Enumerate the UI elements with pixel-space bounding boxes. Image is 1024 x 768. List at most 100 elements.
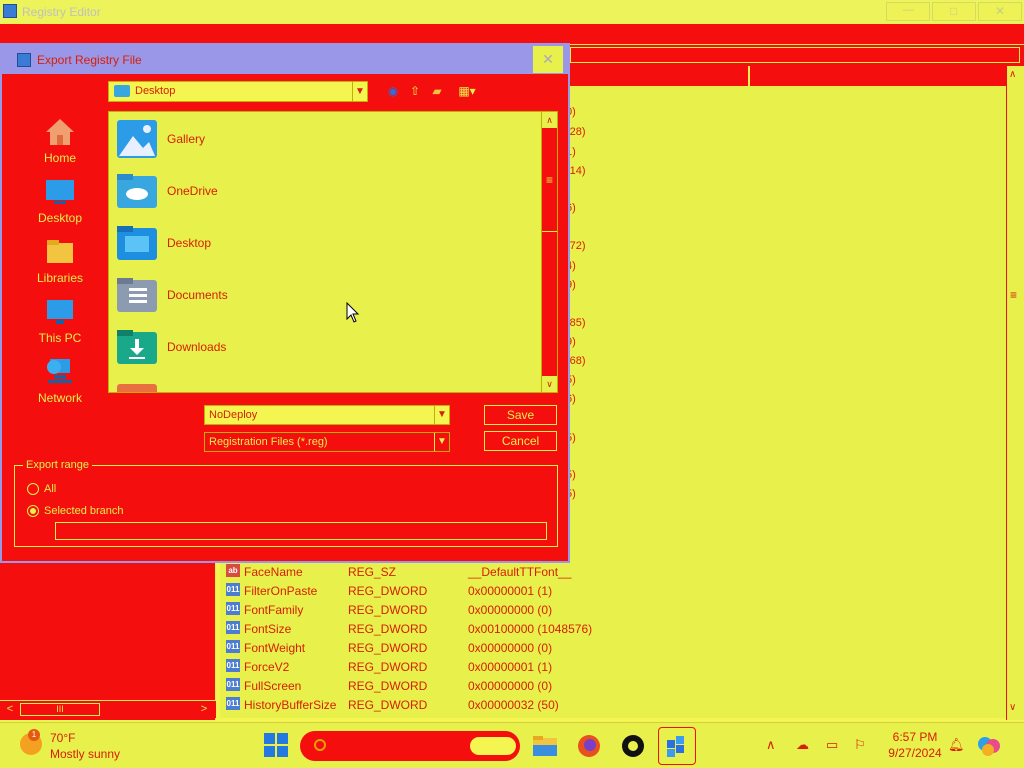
export-registry-dialog: Export Registry File ✕ Home Desktop Libr… [0,43,570,563]
radio-all-indicator[interactable] [27,483,39,495]
places-network[interactable]: Network [20,357,100,412]
display-icon[interactable]: ▭ [826,737,838,753]
scroll-up-icon[interactable]: ∧ [542,112,557,128]
search-highlight-icon [470,737,516,755]
system-clock[interactable]: 6:57 PM 9/27/2024 [880,729,950,761]
table-row[interactable]: 011 FontSize REG_DWORD 0x00100000 (1048576) [226,619,996,638]
places-this-pc[interactable]: This PC [20,297,100,352]
file-item-desktop[interactable]: Desktop [115,220,535,268]
value-type: REG_DWORD [348,679,428,693]
places-desktop-label: Desktop [37,211,83,225]
file-item-partial[interactable] [115,376,535,392]
export-dialog-titlebar[interactable]: Export Registry File ✕ [2,45,568,74]
table-row[interactable]: 011 FullScreen REG_DWORD 0x00000000 (0) [226,676,996,695]
table-row[interactable]: 011 ForceV2 REG_DWORD 0x00000001 (1) [226,657,996,676]
copilot-icon[interactable] [976,733,1002,759]
chevron-down-icon[interactable]: ▼ [434,406,449,424]
dword-value-icon: 011 [226,697,240,710]
string-value-icon: ab [226,564,240,577]
regedit-close-button[interactable]: ✕ [978,2,1022,21]
network-status-icon[interactable]: ⚐ [854,737,866,753]
places-desktop[interactable]: Desktop [20,177,100,232]
scroll-down-icon[interactable]: ∨ [542,376,557,392]
chevron-down-icon[interactable]: ▼ [434,433,449,451]
file-item-onedrive[interactable]: OneDrive [115,168,535,216]
tree-horizontal-scrollbar[interactable]: < III > [0,700,216,718]
tree-scroll-thumb[interactable]: III [20,703,100,716]
scroll-left-icon[interactable]: < [2,702,18,717]
chevron-down-icon[interactable]: ▼ [352,82,367,101]
value-data: 0x00000001 (1) [468,584,553,598]
minimize-button[interactable]: — [886,2,930,21]
taskbar-search-box[interactable] [300,731,520,761]
value-data: 0x00000000 (0) [468,641,553,655]
file-explorer-icon[interactable] [530,731,560,761]
scroll-grip-icon[interactable]: ≡ [1010,288,1017,302]
values-vertical-scrollbar[interactable]: ∧ ≡ ∨ [1006,66,1024,720]
registry-editor-taskbar-button[interactable] [658,727,696,765]
firefox-icon[interactable] [574,731,604,761]
save-button[interactable]: Save [484,405,557,425]
scroll-up-icon[interactable]: ∧ [1009,69,1016,80]
file-name: Gallery [167,132,206,146]
search-icon [314,739,326,751]
desktop-folder-icon [117,226,157,260]
file-type-select[interactable]: Registration Files (*.reg) ▼ [204,432,450,452]
onedrive-offline-icon[interactable]: ☁ [796,737,809,753]
table-row[interactable]: 011 FontFamily REG_DWORD 0x00000000 (0) [226,600,996,619]
file-item-gallery[interactable]: Gallery [115,116,535,164]
weather-temperature: 70°F [50,731,76,745]
value-data: 0x00100000 (1048576) [468,622,593,636]
file-item-documents[interactable]: Documents [115,272,535,320]
notification-bell-icon[interactable]: 🔔︎ [948,737,965,753]
windows-logo-icon [264,733,275,744]
file-name-value: NoDeploy [209,409,258,421]
table-row[interactable]: 011 FilterOnPaste REG_DWORD 0x00000001 (1) [226,581,996,600]
table-row[interactable]: 011 HistoryBufferSize REG_DWORD 0x00000032 … [226,695,996,714]
home-icon [46,119,74,145]
dword-value-icon: 011 [226,640,240,653]
settings-gear-icon[interactable] [618,731,648,761]
value-type: REG_DWORD [348,584,428,598]
places-home[interactable]: Home [20,117,100,172]
weather-widget[interactable]: 1 70°F Mostly sunny [20,729,160,763]
places-libraries[interactable]: Libraries [20,237,100,292]
selected-branch-input[interactable] [55,522,547,540]
new-folder-icon[interactable]: ▰ [428,83,446,99]
dialog-close-button[interactable]: ✕ [533,46,563,73]
registry-editor-titlebar: Registry Editor — □ ✕ [0,0,1024,24]
value-name: ForceV2 [244,660,290,674]
weather-badge: 1 [28,729,40,741]
maximize-icon: □ [950,4,958,18]
registry-address-field[interactable] [570,47,1020,63]
scroll-right-icon[interactable]: > [196,702,212,717]
file-name-input[interactable]: NoDeploy ▼ [204,405,450,425]
back-icon[interactable]: ◉ [384,83,402,99]
documents-folder-icon [117,278,157,312]
cancel-button[interactable]: Cancel [484,431,557,451]
export-range-group: Export range All Selected branch [14,459,558,547]
registry-editor-icon [667,736,684,757]
view-menu-icon[interactable]: ▦▾ [454,83,480,99]
file-list[interactable]: Gallery OneDrive Desktop Documents Downl… [108,111,558,393]
file-name: OneDrive [167,184,218,198]
export-range-legend: Export range [23,459,92,471]
registry-app-icon [17,53,31,67]
show-hidden-icons-icon[interactable]: ∧ [766,737,776,753]
scroll-down-icon[interactable]: ∨ [1009,702,1016,713]
file-name: Downloads [167,340,227,354]
registry-editor-menubar[interactable] [0,24,1024,44]
up-folder-icon[interactable]: ⇧ [406,83,424,99]
maximize-button[interactable]: □ [932,2,976,21]
file-item-downloads[interactable]: Downloads [115,324,535,372]
look-in-dropdown[interactable]: Desktop ▼ [108,81,368,102]
file-name: Documents [167,288,228,302]
table-row[interactable]: ab FaceName REG_SZ __DefaultTTFont__ [226,562,996,581]
taskbar: 1 70°F Mostly sunny ∧ ☁ ▭ ⚐ 6:57 PM 9/27… [0,722,1024,768]
start-button[interactable] [264,733,288,757]
minimize-icon: — [903,4,914,16]
file-scroll-thumb[interactable]: ≡ [542,128,557,232]
radio-selected-indicator[interactable] [27,505,39,517]
table-row[interactable]: 011 FontWeight REG_DWORD 0x00000000 (0) [226,638,996,657]
file-list-scrollbar[interactable]: ∧ ≡ ∨ [541,112,557,392]
